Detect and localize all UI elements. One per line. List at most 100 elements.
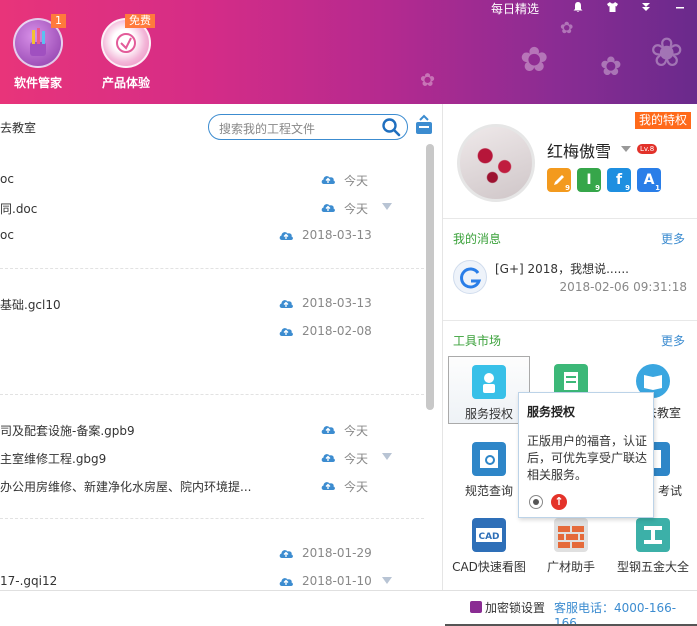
group-divider xyxy=(0,518,424,519)
product-experience-button[interactable]: 免费 产品体验 xyxy=(91,14,161,91)
cloud-upload-icon xyxy=(279,300,293,308)
brick-wall-icon xyxy=(554,518,588,552)
file-date: 今天 xyxy=(344,480,369,494)
file-row[interactable]: oc 今天 xyxy=(0,170,420,190)
file-name: 主室维修工程.gbg9 xyxy=(0,452,107,466)
file-name: 司及配套设施-备案.gpb9 xyxy=(0,424,135,438)
messages-title: 我的消息 xyxy=(453,232,502,246)
tool-cad-viewer[interactable]: CAD CAD快速看图 xyxy=(448,510,530,578)
gplus-icon xyxy=(453,260,487,294)
tools-more-link[interactable]: 更多 xyxy=(661,332,685,349)
file-date: 2018-01-29 xyxy=(302,546,372,560)
software-manager-badge: 1 xyxy=(51,14,66,28)
file-name: oc xyxy=(0,228,14,242)
avatar[interactable] xyxy=(457,124,535,202)
cloud-upload-icon xyxy=(321,482,335,490)
file-date: 今天 xyxy=(344,424,369,438)
file-name: oc xyxy=(0,172,14,186)
flower-decoration-icon: ✿ xyxy=(520,40,549,80)
flower-decoration-icon: ✿ xyxy=(560,18,574,37)
steel-beam-icon xyxy=(636,518,670,552)
cloud-upload-icon xyxy=(279,550,293,558)
my-privilege-badge[interactable]: 我的特权 xyxy=(634,112,691,129)
tool-label: 型钢五金大全 xyxy=(616,560,689,574)
cloud-upload-icon xyxy=(279,232,293,240)
flower-decoration-icon: ✿ xyxy=(420,70,436,91)
service-auth-tooltip: 服务授权 正版用户的福音，认证后，可优先享受广联达相关服务。 ↑ xyxy=(518,392,654,518)
message-text[interactable]: [G+] 2018，我想说...... xyxy=(495,260,629,277)
bell-icon[interactable] xyxy=(561,1,595,16)
row-dropdown-icon[interactable] xyxy=(382,577,392,584)
pen-app-icon[interactable]: 9 xyxy=(547,168,571,192)
file-row[interactable]: 2018-01-29 xyxy=(0,544,420,564)
file-name: 17-.gqi12 xyxy=(0,574,58,588)
file-row[interactable]: 17-.gqi12 2018-01-10 xyxy=(0,572,420,592)
radio-button[interactable] xyxy=(529,495,543,509)
search-icon[interactable] xyxy=(381,117,401,137)
messages-more-link[interactable]: 更多 xyxy=(661,230,685,247)
tooltip-title: 服务授权 xyxy=(527,405,576,419)
file-row[interactable]: 主室维修工程.gbg9 今天 xyxy=(0,448,420,468)
row-dropdown-icon[interactable] xyxy=(382,453,392,460)
divider xyxy=(443,320,697,321)
daily-picks-link[interactable]: 每日精选 xyxy=(491,0,539,17)
header-bar: ✿ ✿ ❀ ✿ ✿ 每日精选 1 软件管家 免费 产品体验 xyxy=(0,0,697,104)
a-app-icon[interactable]: A1 xyxy=(637,168,661,192)
group-divider xyxy=(0,268,424,269)
product-experience-label: 产品体验 xyxy=(101,76,150,90)
file-date: 今天 xyxy=(344,174,369,188)
footer-bar: 加密锁设置 客服电话：4000-166-166 xyxy=(0,590,697,626)
row-dropdown-icon[interactable] xyxy=(382,203,392,210)
cloud-upload-icon xyxy=(321,426,335,434)
menu-dropdown-icon[interactable] xyxy=(629,1,663,16)
minimize-icon[interactable] xyxy=(663,1,697,15)
file-row[interactable]: 办公用房维修、新建净化水房屋、院内环境提... 今天 xyxy=(0,476,420,496)
flower-decoration-icon: ❀ xyxy=(650,30,684,76)
group-divider xyxy=(0,394,424,395)
file-date: 2018-03-13 xyxy=(302,228,372,242)
arrow-up-icon[interactable]: ↑ xyxy=(551,494,567,510)
cloud-upload-icon xyxy=(321,454,335,462)
f-app-icon[interactable]: f9 xyxy=(607,168,631,192)
cloud-upload-icon xyxy=(321,204,335,212)
section-title: 去教室 xyxy=(0,121,37,135)
search-box[interactable]: 搜索我的工程文件 xyxy=(208,114,408,140)
skin-shirt-icon[interactable] xyxy=(595,1,629,16)
file-row[interactable]: 同.doc 今天 xyxy=(0,198,420,218)
svg-text:CAD: CAD xyxy=(478,532,499,542)
tools-market-title: 工具市场 xyxy=(453,334,502,348)
software-manager-button[interactable]: 1 软件管家 xyxy=(3,14,73,91)
software-manager-label: 软件管家 xyxy=(13,76,62,90)
level-badge: Lv.8 xyxy=(637,144,658,154)
scrollbar[interactable] xyxy=(426,144,434,410)
file-row[interactable]: 司及配套设施-备案.gpb9 今天 xyxy=(0,420,420,440)
lock-settings-link[interactable]: 加密锁设置 xyxy=(485,599,545,616)
file-date: 2018-03-13 xyxy=(302,296,372,310)
username[interactable]: 红梅傲雪 xyxy=(547,138,611,162)
cloud-upload-icon xyxy=(279,328,293,336)
tool-material-helper[interactable]: 广材助手 xyxy=(530,510,612,578)
service-phone: 客服电话：4000-166-166 xyxy=(554,601,677,626)
project-files-panel: 去教室 搜索我的工程文件 oc 今天 同.doc 今天 oc 2018-03-1… xyxy=(0,104,442,590)
file-row[interactable]: oc 2018-03-13 xyxy=(0,226,420,246)
file-date: 2018-01-10 xyxy=(302,574,372,588)
file-name: 同.doc xyxy=(0,202,38,216)
tool-label: 服务授权 xyxy=(464,407,513,421)
tool-steel-hardware[interactable]: 型钢五金大全 xyxy=(612,510,694,578)
cloud-upload-icon xyxy=(321,176,335,184)
free-badge: 免费 xyxy=(125,14,155,28)
file-date: 2018-02-08 xyxy=(302,324,372,338)
file-row[interactable]: 基础.gcl10 2018-03-13 xyxy=(0,294,420,314)
chevron-down-icon[interactable] xyxy=(621,146,631,152)
window-controls: 每日精选 xyxy=(491,0,697,16)
app-icons: 9 I9 f9 A1 xyxy=(547,168,661,192)
service-auth-icon xyxy=(472,365,506,399)
file-name: 办公用房维修、新建净化水房屋、院内环境提... xyxy=(0,480,252,494)
cloud-sync-icon[interactable] xyxy=(414,114,434,136)
cad-icon: CAD xyxy=(472,518,506,552)
file-row[interactable]: 2018-02-08 xyxy=(0,322,420,342)
file-name: 基础.gcl10 xyxy=(0,298,61,312)
i-app-icon[interactable]: I9 xyxy=(577,168,601,192)
search-input[interactable]: 搜索我的工程文件 xyxy=(219,120,315,137)
tool-label: CAD快速看图 xyxy=(452,560,526,574)
